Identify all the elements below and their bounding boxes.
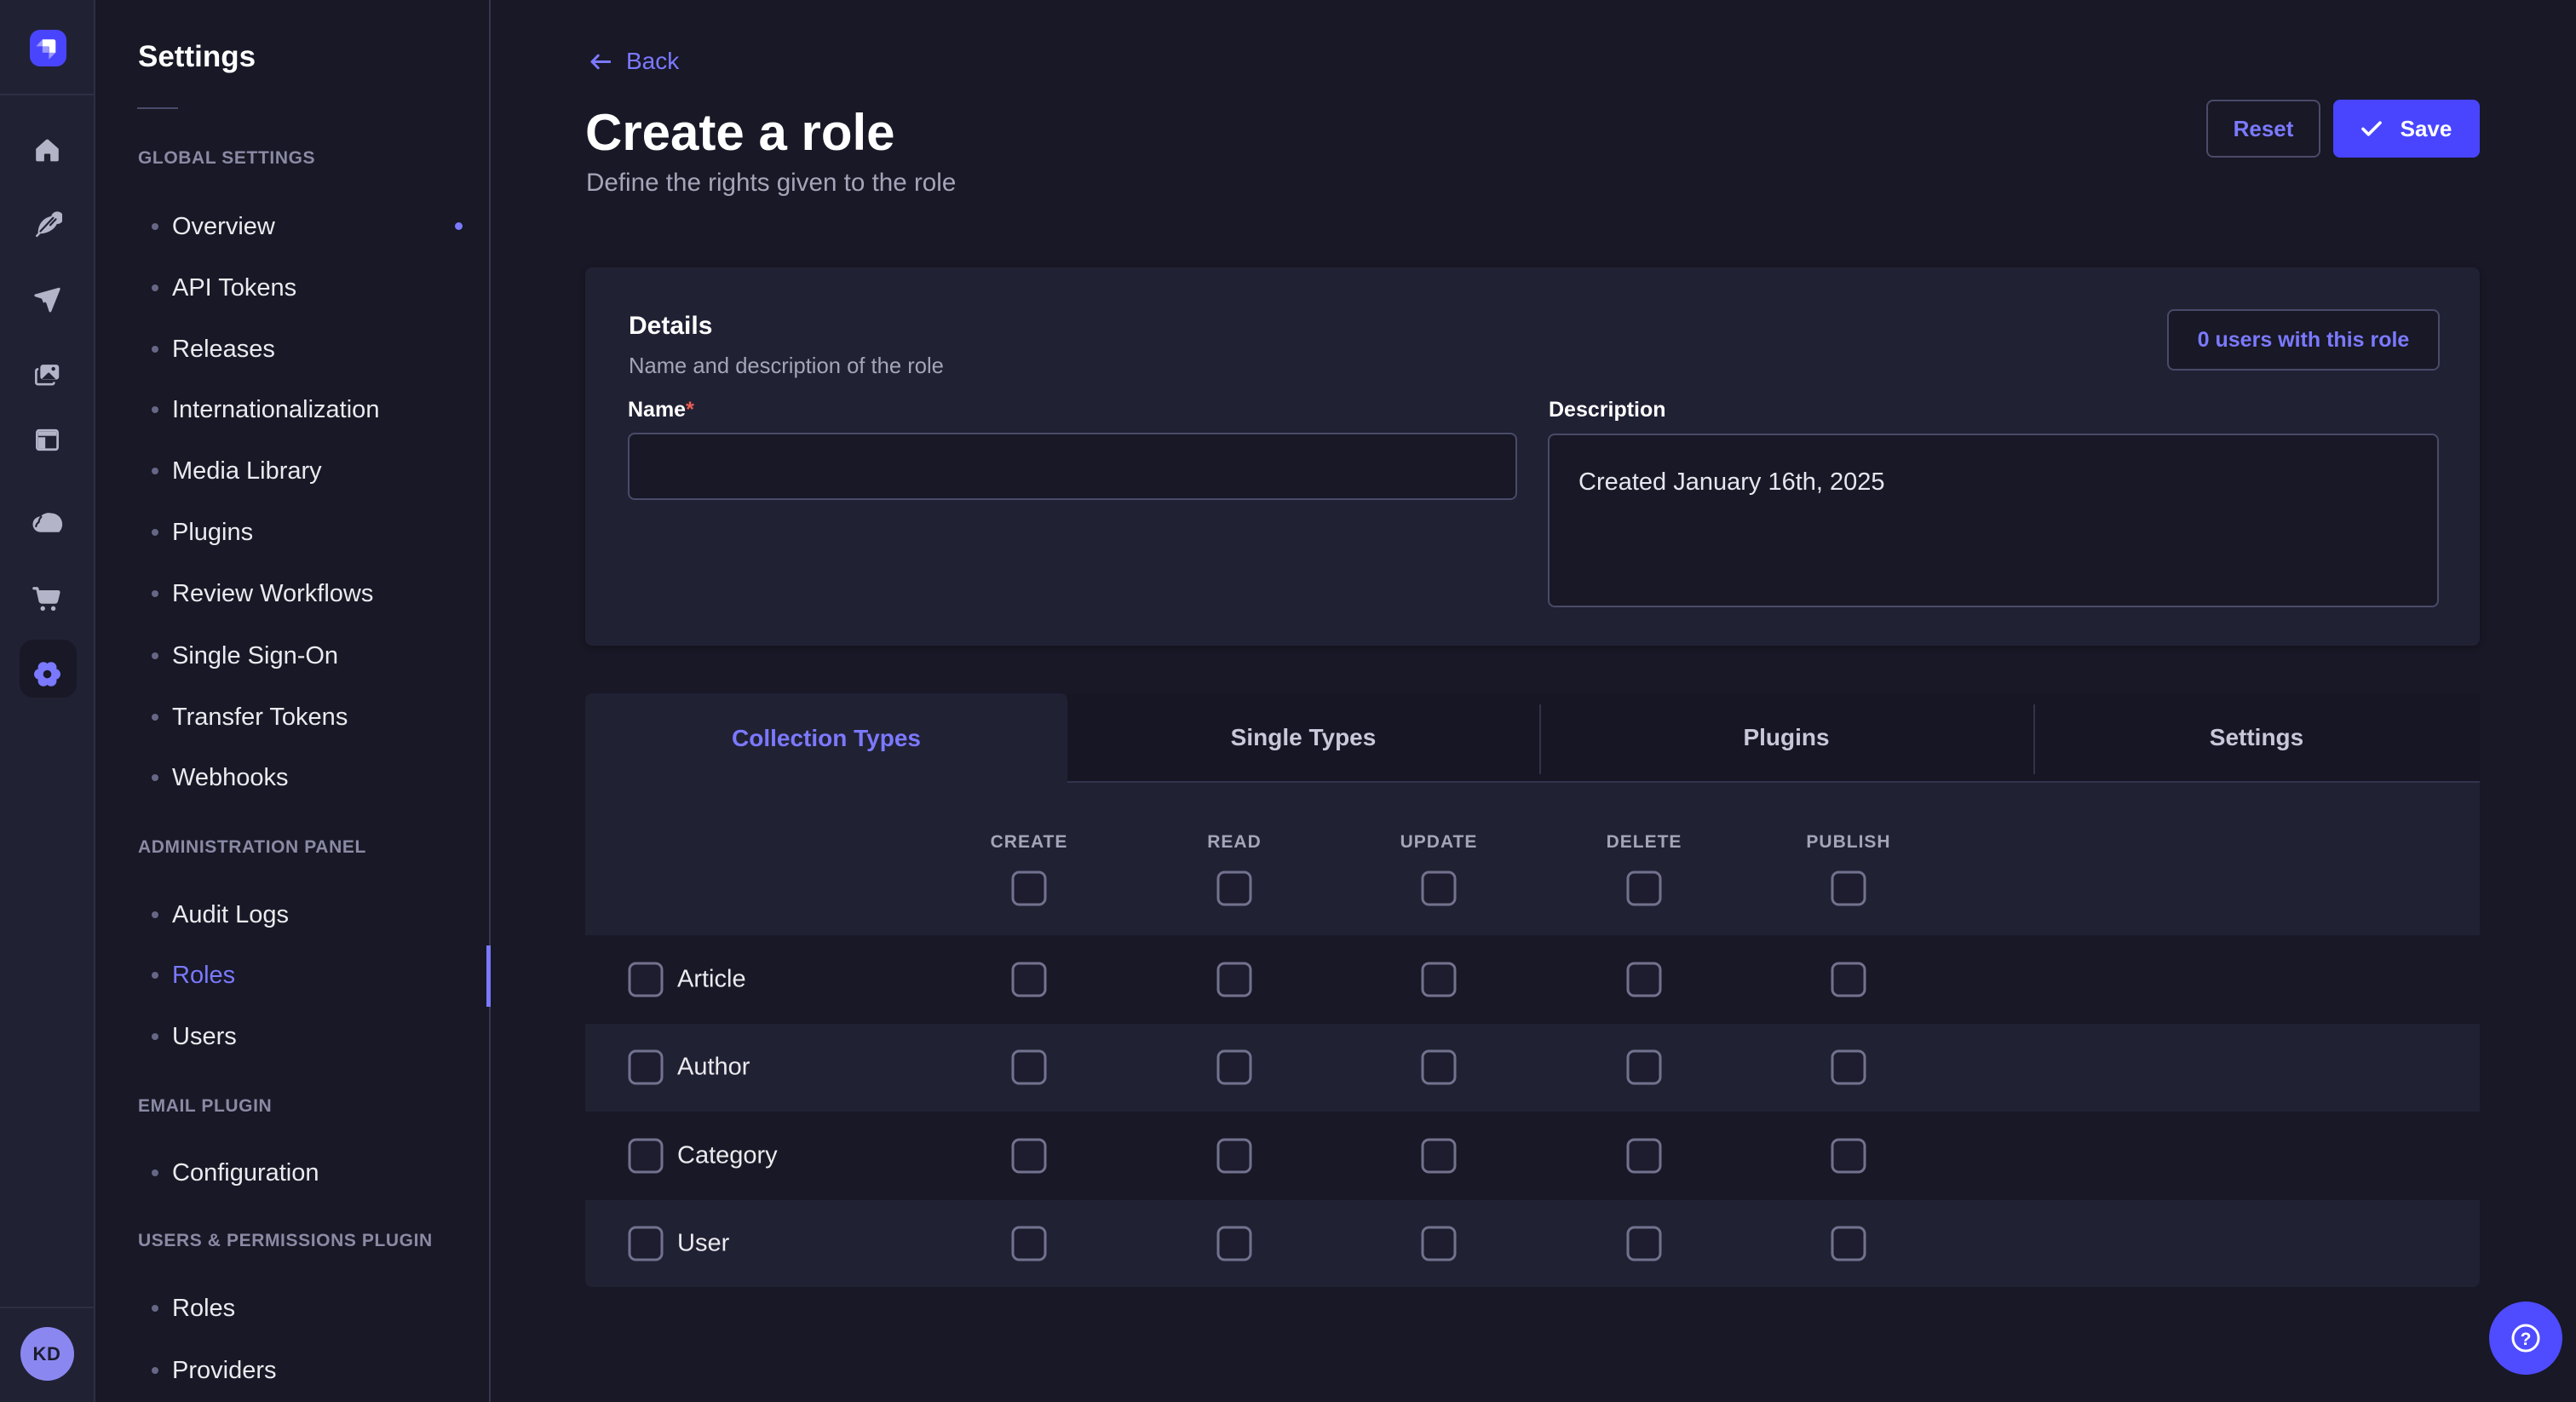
svg-text:?: ? <box>2521 1330 2532 1349</box>
